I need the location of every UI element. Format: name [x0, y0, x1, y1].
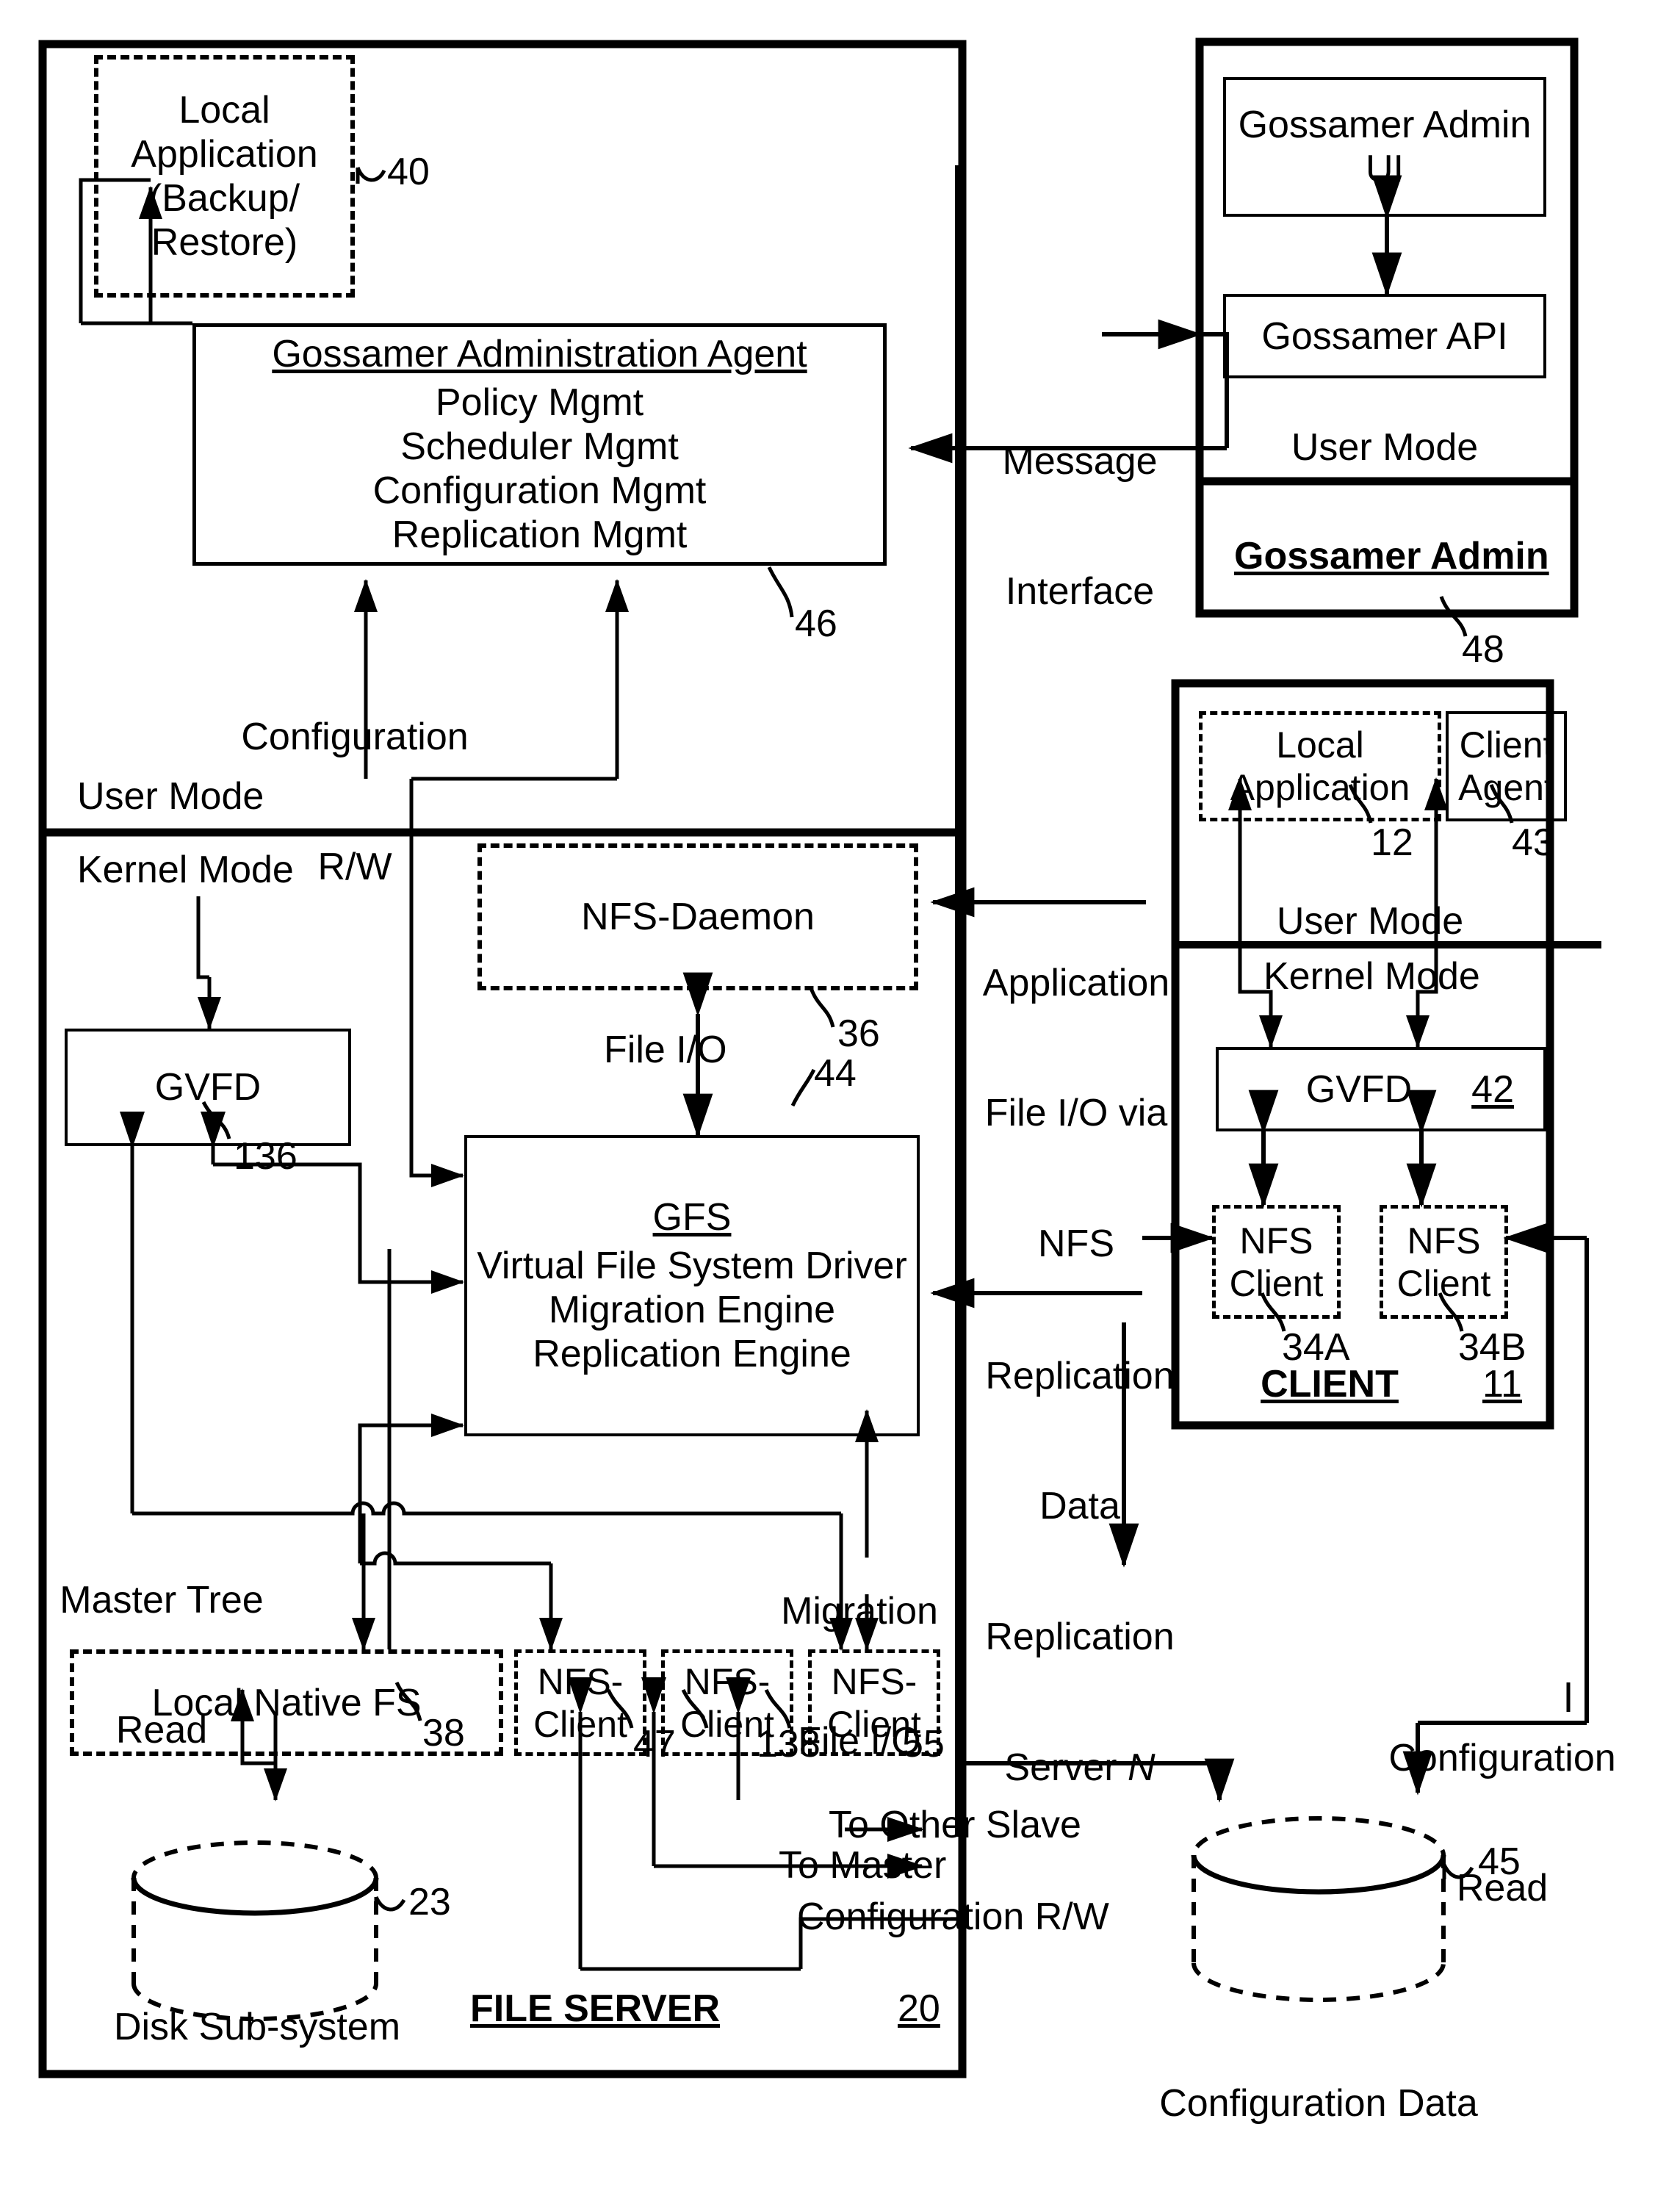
c34a-line1: NFS — [1239, 1220, 1313, 1261]
gfs-box: GFS Virtual File System Driver Migration… — [464, 1135, 920, 1436]
admin-agent-title: Gossamer Administration Agent — [272, 333, 807, 375]
rep-line3: Replication — [985, 1616, 1175, 1659]
config-rw-line1: Configuration — [241, 715, 469, 758]
local-native-fs-label: Local Native FS — [151, 1681, 422, 1724]
client-gvfd-box: GVFD 42 — [1216, 1047, 1546, 1131]
ref-55: 55 — [902, 1723, 945, 1765]
la-line4: Restore) — [151, 221, 298, 264]
rep-line4: Server N — [977, 1746, 1183, 1790]
ref-45: 45 — [1478, 1840, 1521, 1883]
ref-48: 48 — [1462, 628, 1504, 671]
la-line1: Local — [179, 89, 270, 132]
ref-11: 11 — [1482, 1363, 1522, 1405]
nfs-daemon-label: NFS-Daemon — [581, 896, 815, 938]
configuration-rw-label: Configuration R/W — [234, 628, 476, 976]
server-local-application-text: Local Application (Backup/ Restore) — [131, 88, 317, 264]
ref-44: 44 — [814, 1052, 857, 1095]
admin-agent-item-2: Configuration Mgmt — [372, 469, 707, 512]
ref-40: 40 — [387, 151, 430, 193]
admin-console-user-mode-label: User Mode — [1291, 426, 1479, 469]
gossamer-admin-ui-box: Gossamer Admin UI — [1223, 77, 1546, 217]
server-kernel-mode-label: Kernel Mode — [77, 849, 294, 891]
ref-20: 20 — [898, 1987, 940, 2030]
ref-43: 43 — [1512, 821, 1554, 864]
gossamer-administration-agent-box: Gossamer Administration Agent Policy Mgm… — [192, 323, 887, 566]
ref-12: 12 — [1371, 821, 1413, 864]
disk-subsystem-label: Disk Sub-system — [113, 2006, 401, 2048]
gossamer-api-box: Gossamer API — [1223, 294, 1546, 378]
rep-line2: Data — [1039, 1485, 1120, 1528]
admin-agent-item-0: Policy Mgmt — [435, 381, 644, 424]
client-local-application-box: Local Application — [1199, 711, 1441, 821]
gfs-title: GFS — [652, 1196, 732, 1239]
gfs-item-0: Virtual File System Driver — [477, 1245, 907, 1287]
server-gvfd-box: GVFD — [65, 1029, 351, 1146]
ref-38: 38 — [422, 1712, 465, 1754]
rep-line4-italic: N — [1128, 1746, 1156, 1789]
client-user-mode-label: User Mode — [1276, 900, 1464, 943]
mtr-line1: Master Tree — [60, 1578, 264, 1621]
cla-line2: Application — [1230, 767, 1410, 808]
ca-line2: Agent — [1458, 767, 1554, 808]
nfs47-line1: NFS- — [537, 1660, 624, 1702]
ref-46: 46 — [795, 602, 837, 645]
admin-agent-item-3: Replication Mgmt — [392, 514, 688, 556]
server-user-mode-label: User Mode — [77, 775, 264, 818]
configuration-read-label: Configuration Read — [1344, 1649, 1660, 1998]
configuration-rw-bottom-label: Configuration R/W — [797, 1896, 1109, 1938]
diagram-canvas: Local Application (Backup/ Restore) 40 G… — [0, 0, 1680, 2196]
mi-line1: Message — [1002, 439, 1158, 483]
admin-agent-item-1: Scheduler Mgmt — [400, 425, 679, 468]
message-interface-label: Message Interface — [970, 353, 1190, 701]
c34a-line2: Client — [1229, 1262, 1324, 1304]
client-nfs-client-34a-box: NFS Client — [1212, 1205, 1341, 1319]
nfs-daemon-box: NFS-Daemon — [477, 843, 918, 990]
ref-136: 136 — [234, 1135, 298, 1178]
afio-line1: Application — [982, 961, 1170, 1004]
ca-line1: Client — [1459, 724, 1554, 766]
server-local-application-box: Local Application (Backup/ Restore) — [94, 55, 355, 298]
la-line3: (Backup/ — [148, 177, 300, 220]
mi-line2: Interface — [1005, 570, 1155, 613]
cs-line-0: Configuration Data — [1159, 2081, 1478, 2125]
nfs55-line1: NFS- — [831, 1660, 917, 1702]
afio-line3: NFS — [1038, 1223, 1114, 1266]
mfio-line1: Migration — [781, 1589, 938, 1632]
ref-36: 36 — [837, 1012, 880, 1055]
gossamer-api-label: Gossamer API — [1261, 314, 1508, 358]
replication-label: Replication Data Replication Server N — [977, 1267, 1183, 1877]
client-gvfd-label: GVFD — [1305, 1068, 1413, 1111]
gad-ui-line2: UI — [1366, 148, 1404, 190]
afio-line2: File I/O via — [984, 1092, 1168, 1135]
c34b-line2: Client — [1396, 1262, 1491, 1304]
cread-line1: Configuration — [1388, 1736, 1616, 1779]
ref-23: 23 — [408, 1881, 451, 1923]
client-agent-box: Client Agent — [1446, 711, 1567, 821]
c34b-line1: NFS — [1407, 1220, 1481, 1261]
ref-42: 42 — [1471, 1068, 1514, 1111]
gfs-item-1: Migration Engine — [548, 1289, 836, 1331]
to-master-label: To Master — [779, 1844, 947, 1887]
gossamer-admin-title: Gossamer Admin — [1234, 535, 1549, 577]
file-io-label: File I/O — [604, 1029, 727, 1071]
rep-line4-text: Server — [1004, 1746, 1128, 1789]
nfs47-line2: Client — [533, 1703, 627, 1745]
client-nfs-client-34b-box: NFS Client — [1380, 1205, 1508, 1319]
file-server-title: FILE SERVER — [470, 1987, 721, 2030]
client-kernel-mode-label: Kernel Mode — [1263, 955, 1480, 998]
gad-ui-line1: Gossamer Admin — [1238, 104, 1532, 146]
cla-line1: Local — [1276, 724, 1364, 766]
la-line2: Application — [131, 133, 318, 176]
server-nfs-client-47-box: NFS- Client — [514, 1649, 646, 1756]
gfs-item-2: Replication Engine — [533, 1333, 851, 1375]
rep-line1: Replication — [985, 1354, 1175, 1397]
server-gvfd-label: GVFD — [154, 1066, 262, 1109]
config-store-lines: Configuration Data Schedule Data Status … — [1135, 1995, 1502, 2196]
client-title: CLIENT — [1261, 1363, 1399, 1405]
nfs138-line1: NFS- — [684, 1660, 771, 1702]
